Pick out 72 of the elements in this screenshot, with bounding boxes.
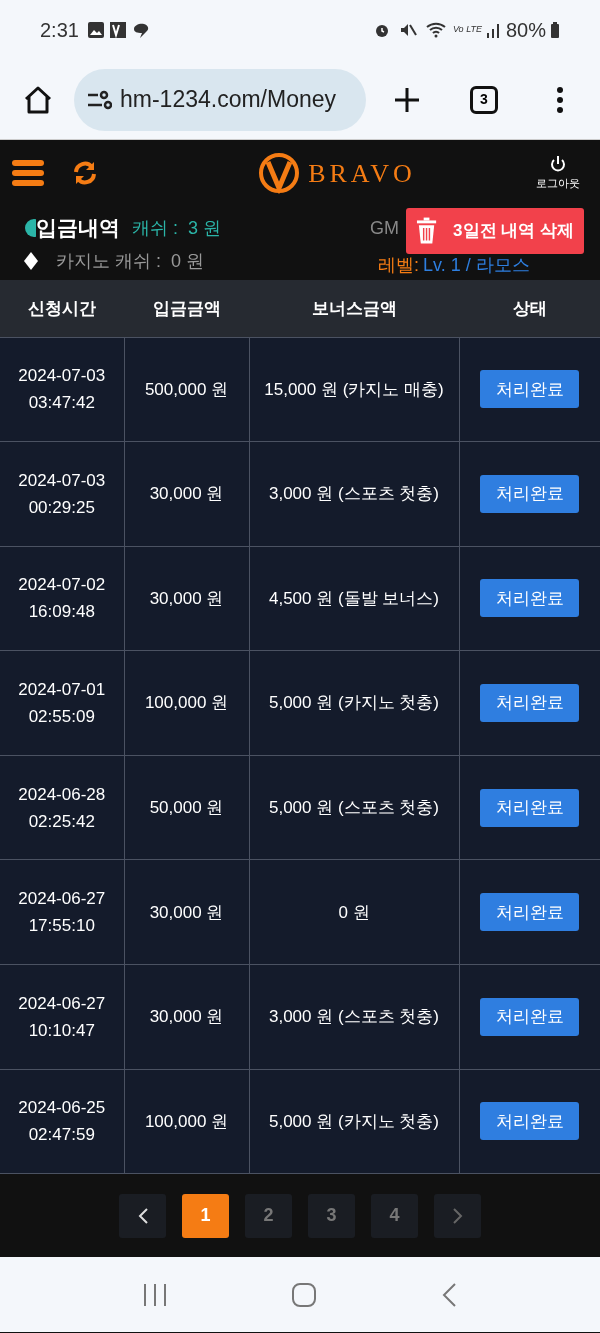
- diamond-icon: [22, 251, 40, 271]
- bonus-amount: 5,000 원 (스포츠 첫충): [268, 797, 439, 817]
- column-header: 입금금액: [124, 280, 249, 337]
- back-icon[interactable]: [440, 1281, 459, 1308]
- signal-icon: [485, 21, 502, 39]
- refresh-icon[interactable]: [72, 160, 98, 186]
- column-header: 보너스금액: [249, 280, 459, 337]
- status-button[interactable]: 처리완료: [480, 370, 580, 409]
- column-header: 신청시간: [0, 280, 124, 337]
- deposit-amount: 500,000 원: [144, 379, 229, 399]
- bonus-amount: 5,000 원 (카지노 첫충): [268, 1111, 439, 1131]
- status-button[interactable]: 처리완료: [480, 893, 580, 932]
- logout-button[interactable]: 로그아웃: [528, 154, 588, 192]
- request-datetime: 2024-06-25 02:47:59: [17, 1097, 107, 1147]
- status-time: 2:31: [40, 18, 79, 43]
- previous-page-button[interactable]: [119, 1193, 166, 1238]
- deposit-amount: 50,000 원: [149, 797, 224, 817]
- delete-history-button[interactable]: 3일전 내역 삭제: [406, 208, 584, 254]
- logo-text: BRAVO: [308, 157, 416, 190]
- request-datetime: 2024-07-01 02:55:09: [17, 679, 107, 729]
- page-button[interactable]: 1: [182, 1193, 229, 1238]
- status-button[interactable]: 처리완료: [480, 997, 580, 1036]
- logo-icon: [258, 152, 301, 194]
- chevron-left-icon: [136, 1206, 149, 1225]
- level-value: Lv. 1 / 라모스: [423, 254, 530, 276]
- home-button-icon[interactable]: [291, 1281, 317, 1308]
- level-label: 레벨:: [378, 254, 419, 276]
- sports-cash: 캐쉬 : 3 원: [132, 216, 221, 240]
- status-button[interactable]: 처리완료: [480, 474, 580, 513]
- deposit-amount: 100,000 원: [144, 693, 229, 713]
- deposit-amount: 30,000 원: [149, 902, 224, 922]
- page-button[interactable]: 3: [308, 1193, 355, 1238]
- url-bar[interactable]: hm-1234.com/Money: [74, 68, 366, 131]
- column-header: 상태: [459, 280, 600, 337]
- timezone-text: GM: [370, 217, 399, 240]
- bonus-amount: 15,000 원 (카지노 매충): [264, 379, 444, 399]
- deposit-amount: 30,000 원: [149, 1007, 224, 1027]
- battery-percent: 80%: [505, 18, 546, 43]
- bonus-amount: 5,000 원 (카지노 첫충): [268, 693, 439, 713]
- menu-icon[interactable]: [12, 159, 44, 187]
- chevron-right-icon: [451, 1206, 464, 1225]
- power-icon: [549, 154, 567, 173]
- status-button[interactable]: 처리완료: [480, 579, 580, 618]
- request-datetime: 2024-07-03 03:47:42: [17, 365, 107, 415]
- deposit-amount: 100,000 원: [144, 1111, 229, 1131]
- recent-apps-icon[interactable]: [141, 1281, 168, 1308]
- bonus-amount: 3,000 원 (스포츠 첫충): [268, 1007, 439, 1027]
- deposit-amount: 30,000 원: [149, 484, 224, 504]
- request-datetime: 2024-07-02 16:09:48: [17, 574, 107, 624]
- status-button[interactable]: 처리완료: [480, 684, 580, 723]
- page-title: 입금내역: [36, 215, 120, 242]
- request-datetime: 2024-07-03 00:29:25: [17, 469, 107, 519]
- deposit-amount: 30,000 원: [149, 588, 224, 608]
- bonus-amount: 3,000 원 (스포츠 첫충): [268, 484, 439, 504]
- request-datetime: 2024-06-27 17:55:10: [17, 888, 107, 938]
- trash-icon: [416, 217, 438, 245]
- page-button[interactable]: 4: [371, 1193, 418, 1238]
- gallery-icon: [86, 21, 105, 39]
- bonus-amount: 0 원: [338, 902, 370, 922]
- app-icon: [108, 21, 127, 39]
- request-datetime: 2024-06-28 02:25:42: [17, 783, 107, 833]
- casino-cash: 카지노 캐쉬 : 0 원: [56, 249, 205, 273]
- status-button[interactable]: 처리완료: [480, 1102, 580, 1141]
- url-text: hm-1234.com/Money: [120, 85, 337, 115]
- status-button[interactable]: 처리완료: [480, 788, 580, 827]
- page-button[interactable]: 2: [245, 1193, 292, 1238]
- menu-icon[interactable]: [556, 85, 564, 114]
- network-label: Vo LTE: [452, 23, 482, 37]
- tab-count-button[interactable]: 3: [470, 85, 498, 114]
- bonus-amount: 4,500 원 (돌발 보너스): [268, 588, 439, 608]
- battery-icon: [550, 21, 560, 39]
- request-datetime: 2024-06-27 10:10:47: [17, 992, 107, 1042]
